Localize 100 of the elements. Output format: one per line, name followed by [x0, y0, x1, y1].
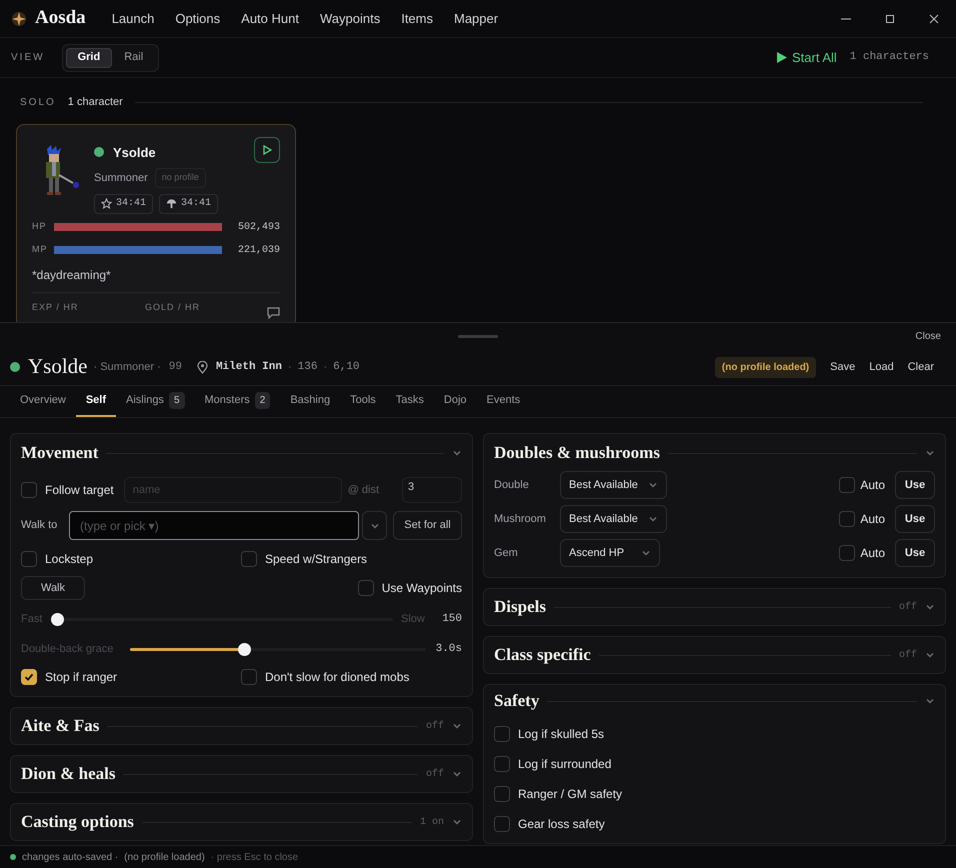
section-title: Casting options — [21, 811, 134, 834]
grace-slider[interactable] — [130, 642, 426, 656]
start-all-button[interactable]: Start All — [776, 48, 837, 68]
chevron-down-icon[interactable] — [648, 480, 658, 490]
checkbox-label: Auto — [860, 511, 885, 528]
checkbox[interactable] — [839, 511, 856, 527]
slider-thumb[interactable] — [238, 642, 251, 656]
chat-icon[interactable] — [267, 306, 280, 318]
drag-handle[interactable] — [458, 335, 498, 338]
menu-item[interactable]: Waypoints — [320, 8, 380, 28]
tab[interactable]: Self — [76, 386, 116, 417]
checkbox[interactable] — [839, 545, 856, 561]
walk-to-label: Walk to — [21, 518, 58, 534]
timer-chip: 34:41 — [159, 194, 218, 214]
checkbox[interactable] — [21, 551, 37, 567]
chevron-down-icon[interactable] — [925, 696, 935, 706]
select-field[interactable]: Best Available — [560, 471, 667, 499]
chevron-down-icon[interactable] — [925, 650, 935, 660]
collapsed-section[interactable]: Casting options 1 on — [10, 803, 473, 841]
tab[interactable]: Tools — [340, 386, 386, 417]
checkbox[interactable] — [241, 669, 257, 685]
tab[interactable]: Aislings 5 — [116, 386, 194, 417]
section-summary: off — [898, 600, 917, 614]
speed-slider[interactable] — [51, 612, 393, 626]
section-title: Doubles & mushrooms — [494, 442, 660, 464]
tab-count-badge: 5 — [168, 392, 184, 409]
walk-button[interactable]: Walk — [21, 576, 85, 600]
distance-field[interactable]: 3 — [402, 477, 462, 503]
checkbox-label: Lockstep — [45, 551, 94, 568]
character-class: · Summoner · — [94, 360, 161, 375]
location-pin-icon — [196, 360, 208, 374]
timer-chip: 34:41 — [94, 194, 154, 214]
view-option[interactable]: Rail — [112, 48, 156, 68]
select-field[interactable]: Best Available — [560, 505, 667, 533]
view-option[interactable]: Grid — [66, 48, 112, 68]
use-button[interactable]: Use — [895, 505, 935, 533]
chevron-down-icon[interactable] — [648, 514, 658, 524]
chevron-down-icon[interactable] — [452, 769, 462, 779]
checkbox-label: Auto — [860, 545, 885, 562]
section-summary: off — [426, 768, 444, 782]
menu-item[interactable]: Items — [401, 8, 433, 28]
checkbox[interactable] — [494, 786, 510, 802]
tab[interactable]: Overview — [10, 386, 76, 417]
checkbox[interactable] — [358, 580, 374, 596]
chevron-down-icon[interactable] — [925, 448, 935, 458]
collapsed-section[interactable]: Aite & Fas off — [10, 707, 473, 745]
menu-item[interactable]: Auto Hunt — [241, 8, 299, 28]
character-card[interactable]: Ysolde Summoner no profile 34:41 34:41 HP 502,493 MP 221,039 *daydreaming* EXP / HR GOLD / HR — [16, 124, 296, 322]
chevron-down-icon[interactable] — [452, 721, 462, 731]
row-label: Mushroom — [494, 512, 547, 527]
chevron-down-icon[interactable] — [925, 602, 935, 612]
bar-label: MP — [32, 243, 48, 256]
section-title: Safety — [494, 690, 540, 712]
checkbox[interactable] — [494, 756, 510, 772]
location-name: Mileth Inn — [216, 360, 282, 375]
close-button[interactable]: Close — [915, 329, 941, 344]
checkbox-label: Don't slow for dioned mobs — [265, 669, 410, 686]
row-label: Double — [494, 478, 530, 493]
checkbox[interactable] — [241, 551, 257, 567]
section-summary: off — [898, 648, 917, 662]
tab[interactable]: Tasks — [386, 386, 434, 417]
walk-to-field[interactable]: (type or pick ▾) — [69, 511, 359, 540]
checkbox-label: Gear loss safety — [518, 816, 605, 833]
section-title: Movement — [21, 442, 98, 464]
tab[interactable]: Monsters 2 — [194, 386, 280, 417]
profile-action-button[interactable]: Load — [869, 358, 894, 376]
chevron-down-icon[interactable] — [452, 817, 462, 827]
tab[interactable]: Events — [476, 386, 530, 417]
use-button[interactable]: Use — [895, 471, 935, 499]
checkbox-label: Follow target — [45, 482, 114, 499]
section-title: Dion & heals — [21, 763, 116, 786]
chevron-down-icon[interactable] — [641, 548, 651, 558]
tab[interactable]: Bashing — [280, 386, 340, 417]
collapsed-section[interactable]: Dion & heals off — [10, 755, 473, 793]
character-name: Ysolde — [113, 144, 156, 162]
menu-item[interactable]: Mapper — [454, 8, 498, 28]
use-button[interactable]: Use — [895, 539, 935, 567]
tab-count-badge: 2 — [254, 392, 270, 409]
select-field[interactable]: Ascend HP — [560, 539, 660, 567]
checkbox[interactable] — [21, 669, 37, 685]
play-button[interactable] — [254, 136, 280, 162]
tab[interactable]: Dojo — [434, 386, 477, 417]
slider-thumb[interactable] — [51, 612, 64, 626]
menu-item[interactable]: Options — [175, 8, 220, 28]
checkbox[interactable] — [494, 726, 510, 742]
collapsed-section[interactable]: Class specific off — [483, 636, 946, 674]
checkbox[interactable] — [21, 482, 37, 498]
profile-action-button[interactable]: Clear — [908, 358, 934, 376]
profile-status-badge: (no profile loaded) — [714, 356, 816, 378]
menu-item[interactable]: Launch — [112, 8, 154, 28]
profile-action-button[interactable]: Save — [830, 358, 856, 376]
section-title: Aite & Fas — [21, 715, 100, 738]
status-text: *daydreaming* — [32, 266, 112, 284]
collapsed-section[interactable]: Dispels off — [483, 588, 946, 626]
chevron-down-icon[interactable] — [452, 448, 462, 458]
checkbox[interactable] — [494, 816, 510, 832]
status-text: (no profile loaded) — [124, 850, 205, 864]
slider-value: 3.0s — [436, 642, 462, 657]
checkbox[interactable] — [839, 477, 856, 493]
set-for-all-button[interactable]: Set for all — [393, 511, 462, 540]
